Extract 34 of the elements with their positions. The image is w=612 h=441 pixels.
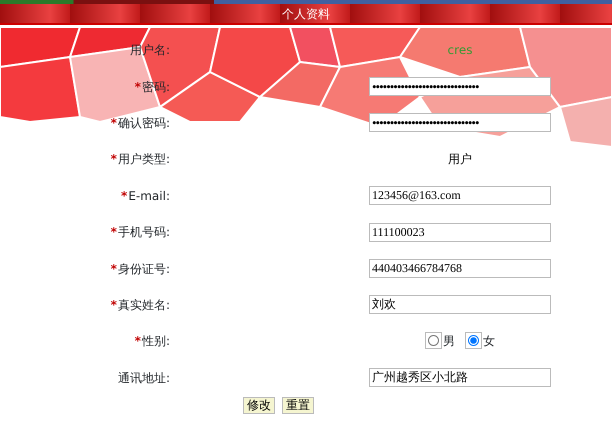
field-label: 密码: [142, 80, 170, 94]
field-label: 身份证号: [118, 262, 170, 276]
field-label: 用户名: [130, 43, 170, 58]
input-field[interactable]: 广州越秀区小北路 [369, 368, 551, 388]
radio-label: 女 [483, 332, 495, 350]
required-mark: * [110, 116, 117, 130]
field-value: cres [448, 43, 472, 58]
radio-label: 男 [443, 332, 455, 350]
required-mark: * [121, 188, 128, 203]
field-label: E-mail: [128, 188, 170, 203]
radio-button[interactable] [465, 332, 482, 350]
radio-button[interactable] [425, 332, 442, 350]
required-mark: * [134, 334, 141, 348]
form-button[interactable]: 重置 [282, 396, 314, 414]
input-field[interactable]: •••••••••••••••••••••••••••••• [369, 113, 551, 132]
form-button[interactable]: 修改 [243, 396, 275, 414]
required-mark: * [110, 298, 117, 312]
field-label: 用户类型: [118, 152, 170, 166]
input-field[interactable]: 440403466784768 [369, 259, 551, 278]
field-label: 真实姓名: [118, 298, 170, 312]
field-label: 性别: [142, 334, 170, 348]
required-mark: * [134, 80, 141, 94]
field-label: 手机号码: [118, 225, 170, 240]
field-label: 确认密码: [118, 116, 170, 130]
field-label: 通讯地址: [118, 370, 170, 385]
field-value: 用户 [448, 152, 472, 166]
page-title: 个人资料 [0, 4, 612, 25]
required-mark: * [110, 262, 117, 276]
required-mark: * [110, 225, 117, 240]
input-field[interactable]: 111100023 [369, 222, 551, 242]
input-field[interactable]: 123456@163.com [369, 186, 551, 206]
input-field[interactable]: 刘欢 [369, 295, 551, 314]
input-field[interactable]: •••••••••••••••••••••••••••••• [369, 77, 551, 96]
required-mark: * [110, 152, 117, 166]
